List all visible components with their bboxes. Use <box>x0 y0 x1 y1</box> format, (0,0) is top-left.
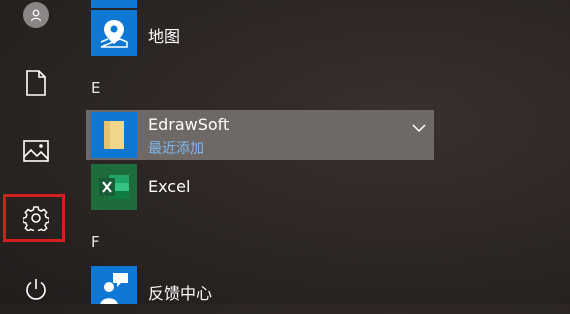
excel-icon <box>99 175 129 199</box>
settings-highlight-box <box>3 194 65 242</box>
account-button[interactable] <box>0 0 72 40</box>
excel-tile <box>91 164 137 210</box>
user-avatar-icon <box>23 2 49 28</box>
edrawsoft-label: EdrawSoft <box>148 115 230 134</box>
start-left-rail <box>0 0 72 304</box>
excel-label: Excel <box>148 177 191 196</box>
app-item-edrawsoft[interactable]: EdrawSoft 最近添加 <box>86 110 434 160</box>
maps-label: 地图 <box>148 27 181 46</box>
document-icon <box>26 70 46 96</box>
map-pin-icon <box>100 20 128 48</box>
section-header-f[interactable]: F <box>91 233 100 251</box>
recently-added-label: 最近添加 <box>148 141 204 157</box>
power-button[interactable] <box>0 264 72 314</box>
pictures-button[interactable] <box>0 126 72 176</box>
expand-button[interactable] <box>412 118 426 137</box>
edrawsoft-tile <box>91 112 137 158</box>
previous-app-tile <box>91 0 137 8</box>
section-header-e[interactable]: E <box>91 79 100 97</box>
folder-icon <box>104 121 124 149</box>
documents-button[interactable] <box>0 58 72 108</box>
power-icon <box>26 279 46 300</box>
feedback-icon <box>100 273 128 304</box>
feedback-label: 反馈中心 <box>148 284 213 303</box>
pictures-icon <box>23 140 49 162</box>
maps-tile <box>91 10 137 56</box>
chevron-down-icon <box>412 124 426 133</box>
feedback-tile <box>91 266 137 304</box>
